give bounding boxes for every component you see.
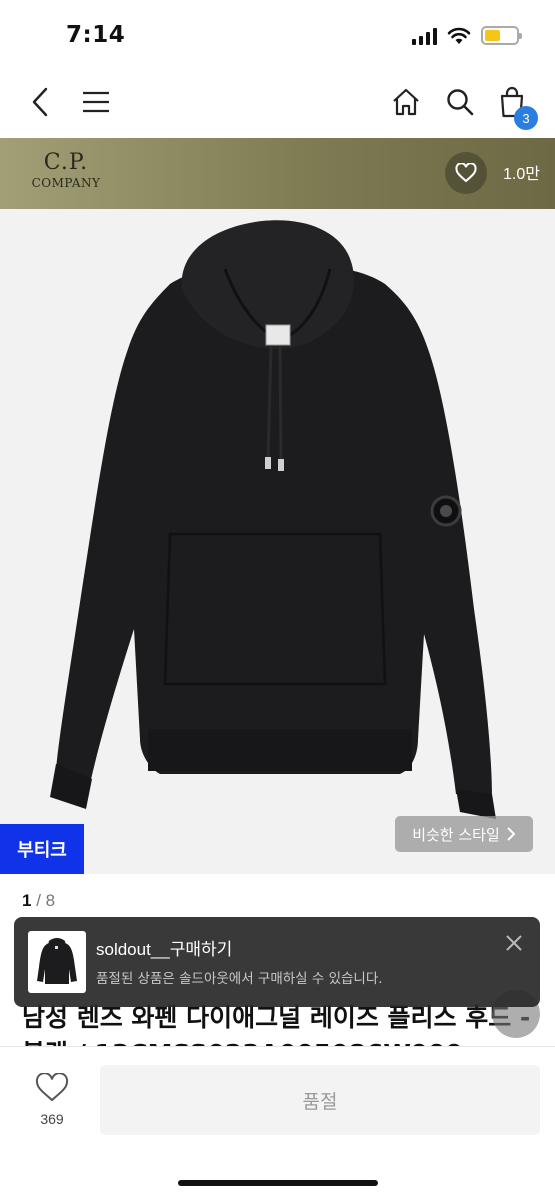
toast-product-thumbnail bbox=[28, 931, 86, 993]
hamburger-menu-icon bbox=[83, 91, 109, 113]
similar-style-label: 비슷한 스타일 bbox=[412, 825, 500, 844]
toast-title: soldout__구매하기 bbox=[96, 935, 232, 960]
brand-like-button[interactable] bbox=[445, 152, 487, 194]
product-image-carousel[interactable]: 부티크 비슷한 스타일 bbox=[0, 209, 555, 874]
hoodie-thumbnail-image bbox=[37, 938, 77, 984]
status-icons bbox=[412, 26, 522, 45]
battery-icon bbox=[481, 26, 522, 45]
pager-current: 1 bbox=[22, 891, 32, 910]
brand-logo-line2: COMPANY bbox=[31, 176, 101, 190]
home-button[interactable] bbox=[384, 80, 428, 124]
cart-button[interactable]: 3 bbox=[490, 80, 538, 130]
menu-button[interactable] bbox=[74, 80, 118, 124]
similar-style-button[interactable]: 비슷한 스타일 bbox=[395, 816, 533, 852]
product-title: 남성 렌즈 와펜 다이애그널 레이즈 플리스 후드 - 블랙 / 13CMSS0… bbox=[22, 1003, 530, 1050]
search-button[interactable] bbox=[438, 80, 482, 124]
soldout-toast[interactable]: soldout__구매하기 품절된 상품은 솔드아웃에서 구매하실 수 있습니다… bbox=[14, 917, 540, 1007]
toast-brand: soldout__ bbox=[96, 940, 170, 959]
home-icon bbox=[393, 88, 419, 116]
toast-description: 품절된 상품은 솔드아웃에서 구매하실 수 있습니다. bbox=[96, 971, 383, 987]
back-icon bbox=[32, 87, 48, 117]
brand-like-count: 1.0만 bbox=[503, 166, 540, 183]
brand-logo-line1: C.P. bbox=[43, 150, 89, 175]
product-photo bbox=[50, 220, 496, 819]
heart-outline-icon bbox=[35, 1072, 69, 1102]
chevron-right-icon bbox=[507, 827, 516, 841]
top-nav-bar: 3 bbox=[0, 70, 555, 138]
bottom-action-bar: 369 품절 bbox=[0, 1047, 555, 1200]
cellular-signal-icon bbox=[412, 27, 437, 45]
boutique-tag[interactable]: 부티크 bbox=[0, 824, 84, 874]
status-bar: 7:14 bbox=[0, 0, 555, 70]
home-indicator bbox=[178, 1180, 378, 1186]
status-time: 7:14 bbox=[66, 22, 126, 48]
wishlist-button[interactable]: 369 bbox=[26, 1072, 78, 1127]
back-button[interactable] bbox=[18, 80, 62, 124]
wishlist-count: 369 bbox=[40, 1111, 64, 1127]
image-pager: 1 / 8 bbox=[22, 891, 55, 911]
pager-separator: / bbox=[36, 891, 41, 910]
heart-icon bbox=[455, 163, 477, 183]
wifi-icon bbox=[447, 27, 471, 44]
close-icon[interactable] bbox=[502, 931, 526, 955]
cart-count-badge: 3 bbox=[514, 106, 538, 130]
pager-total: 8 bbox=[45, 891, 56, 910]
brand-logo[interactable]: C.P. COMPANY bbox=[26, 150, 106, 190]
brand-banner[interactable]: C.P. COMPANY 1.0만 bbox=[0, 138, 555, 209]
soldout-button[interactable]: 품절 bbox=[100, 1065, 540, 1135]
toast-title-text: 구매하기 bbox=[169, 940, 233, 960]
search-icon bbox=[447, 89, 474, 116]
